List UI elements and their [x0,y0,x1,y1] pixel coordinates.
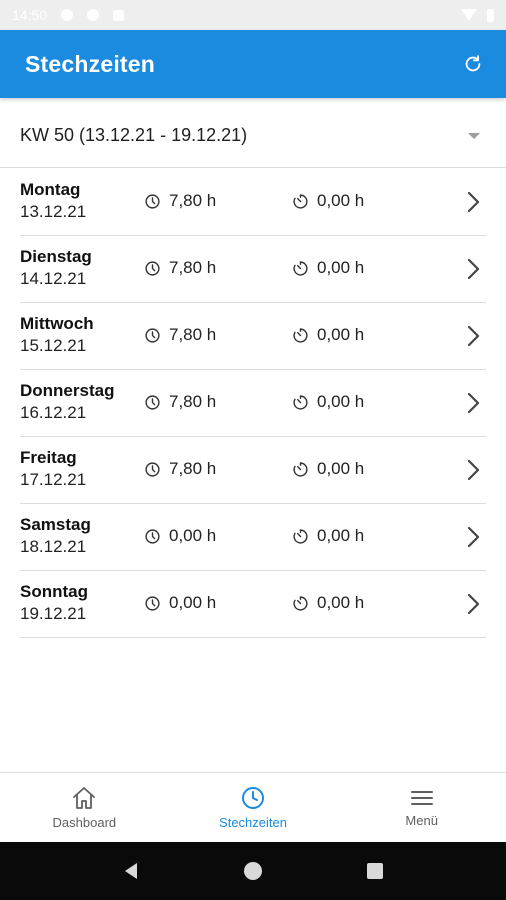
pause-hours: 0,00 h [317,392,365,411]
menu-icon [410,791,433,805]
work-time: 0,00 h [144,593,216,613]
pause-time: 0,00 h [292,191,364,211]
work-time: 7,80 h [144,191,216,211]
day-row-sunday[interactable]: Sonntag 19.12.21 0,00 h 0,00 h [20,571,486,638]
day-date: 14.12.21 [20,269,87,288]
work-hours: 7,80 h [169,392,217,411]
status-time: 14:50 [12,7,48,23]
status-bar: 14:50 [0,0,506,30]
pause-hours: 0,00 h [317,593,365,612]
work-time: 7,80 h [144,392,216,412]
wifi-icon [461,9,477,21]
bottom-navigation: Dashboard Stechzeiten Menü [0,772,506,843]
day-date: 17.12.21 [20,470,87,489]
day-row-thursday[interactable]: Donnerstag 16.12.21 7,80 h 0,00 h [20,370,486,437]
day-name: Sonntag [20,582,88,601]
pause-time: 0,00 h [292,526,364,546]
week-selector-dropdown[interactable]: KW 50 (13.12.21 - 19.12.21) [0,104,506,168]
pause-time: 0,00 h [292,593,364,613]
chevron-right-icon [467,191,480,213]
system-navigation-bar [0,842,506,900]
pause-time: 0,00 h [292,459,364,479]
chevron-right-icon [467,593,480,615]
work-hours: 7,80 h [169,459,217,478]
day-row-wednesday[interactable]: Mittwoch 15.12.21 7,80 h 0,00 h [20,303,486,370]
pause-time: 0,00 h [292,258,364,278]
day-row-friday[interactable]: Freitag 17.12.21 7,80 h 0,00 h [20,437,486,504]
work-hours: 0,00 h [169,526,217,545]
work-hours: 7,80 h [169,325,217,344]
pause-hours: 0,00 h [317,459,365,478]
day-date: 16.12.21 [20,403,87,422]
pause-hours: 0,00 h [317,258,365,277]
chevron-right-icon [467,392,480,414]
day-row-saturday[interactable]: Samstag 18.12.21 0,00 h 0,00 h [20,504,486,571]
day-date: 13.12.21 [20,202,87,221]
back-icon[interactable] [111,851,151,891]
clock-icon [145,193,160,209]
day-name: Dienstag [20,247,92,266]
day-name: Mittwoch [20,314,94,333]
timer-icon [293,528,308,544]
dropdown-arrow-icon [468,132,480,139]
chevron-right-icon [467,526,480,548]
day-row-tuesday[interactable]: Dienstag 14.12.21 7,80 h 0,00 h [20,236,486,303]
nav-label-stechzeiten: Stechzeiten [219,815,287,830]
week-selector-label: KW 50 (13.12.21 - 19.12.21) [20,125,248,145]
timer-icon [293,461,308,477]
pause-hours: 0,00 h [317,325,365,344]
timer-icon [293,260,308,276]
work-hours: 7,80 h [169,258,217,277]
work-time: 7,80 h [144,258,216,278]
recents-icon[interactable] [355,851,395,891]
day-date: 18.12.21 [20,537,87,556]
timer-icon [293,595,308,611]
nav-label-dashboard: Dashboard [52,815,117,830]
page-title: Stechzeiten [25,50,156,77]
location-icon [87,9,100,21]
home-circle-icon[interactable] [233,851,273,891]
notification-icon [113,9,125,21]
pause-time: 0,00 h [292,392,364,412]
day-name: Freitag [20,448,77,467]
clock-icon [145,528,160,544]
pause-time: 0,00 h [292,325,364,345]
clock-icon [145,461,160,477]
settings-icon [61,9,74,21]
pause-hours: 0,00 h [317,191,365,210]
clock-icon [145,595,160,611]
pause-hours: 0,00 h [317,526,365,545]
timer-icon [293,394,308,410]
day-row-monday[interactable]: Montag 13.12.21 7,80 h 0,00 h [20,169,486,236]
work-hours: 0,00 h [169,593,217,612]
work-time: 7,80 h [144,459,216,479]
battery-icon [487,8,494,22]
chevron-right-icon [467,459,480,481]
day-name: Montag [20,180,81,199]
day-name: Donnerstag [20,381,115,400]
work-time: 7,80 h [144,325,216,345]
day-name: Samstag [20,515,91,534]
timer-icon [293,327,308,343]
clock-icon [145,327,160,343]
nav-label-menu: Menü [405,813,438,828]
app-bar: Stechzeiten [0,30,506,98]
clock-icon [145,394,160,410]
work-hours: 7,80 h [169,191,217,210]
clock-icon [145,260,160,276]
chevron-right-icon [467,325,480,347]
nav-item-stechzeiten[interactable]: Stechzeiten [169,773,338,843]
clock-icon [242,787,264,809]
nav-item-menu[interactable]: Menü [337,773,506,843]
nav-item-dashboard[interactable]: Dashboard [0,773,169,843]
home-icon [73,787,96,809]
day-date: 19.12.21 [20,604,87,623]
timer-icon [293,193,308,209]
work-time: 0,00 h [144,526,216,546]
refresh-icon[interactable] [460,51,486,77]
day-list: Montag 13.12.21 7,80 h 0,00 h Dienstag 1… [20,169,486,638]
day-date: 15.12.21 [20,336,87,355]
chevron-right-icon [467,258,480,280]
